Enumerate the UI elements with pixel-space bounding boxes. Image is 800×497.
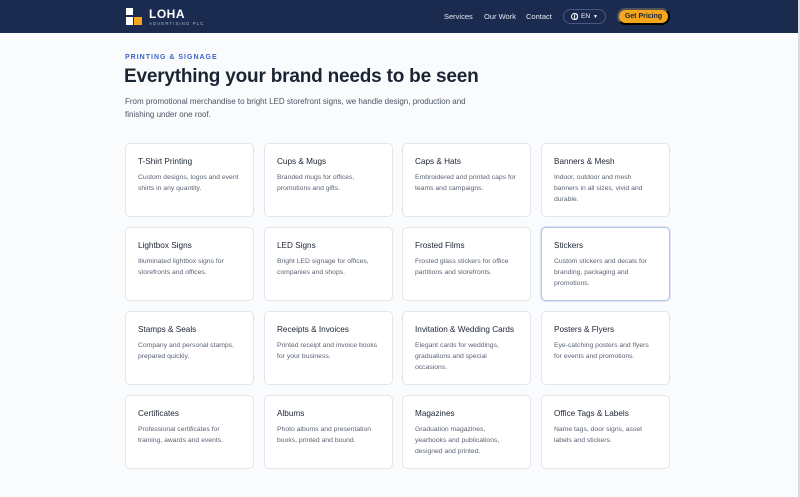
- service-card-title: Office Tags & Labels: [554, 409, 629, 418]
- service-card-description: Bright LED signage for offices, companie…: [277, 258, 369, 276]
- service-card-title: Lightbox Signs: [138, 241, 192, 250]
- service-card-caps[interactable]: Caps & Hats Embroidered and printed caps…: [402, 143, 531, 217]
- service-card-description: Elegant cards for weddings, graduations …: [415, 342, 499, 371]
- globe-icon: [571, 13, 578, 20]
- service-card-description: Eye-catching posters and flyers for even…: [554, 342, 649, 360]
- service-card-title: Caps & Hats: [415, 157, 461, 166]
- service-card-description: Embroidered and printed caps for teams a…: [415, 174, 516, 192]
- service-card-title: Certificates: [138, 409, 179, 418]
- service-card-description: Graduation magazines, yearbooks and publ…: [415, 426, 500, 455]
- service-card-led[interactable]: LED Signs Bright LED signage for offices…: [264, 227, 393, 301]
- service-card-description: Photo albums and presentation books, pri…: [277, 426, 372, 444]
- chevron-down-icon: ▼: [593, 13, 598, 20]
- service-card-title: Cups & Mugs: [277, 157, 327, 166]
- service-card-description: Indoor, outdoor and mesh banners in all …: [554, 174, 643, 203]
- service-card-title: Posters & Flyers: [554, 325, 615, 334]
- service-card-office-tags[interactable]: Office Tags & Labels Name tags, door sig…: [541, 395, 670, 469]
- loha-logo-icon[interactable]: [126, 8, 142, 25]
- page-description: From promotional merchandise to bright L…: [125, 97, 466, 119]
- service-card-title: T-Shirt Printing: [138, 157, 193, 166]
- service-card-mugs[interactable]: Cups & Mugs Branded mugs for offices, pr…: [264, 143, 393, 217]
- service-card-magazines[interactable]: Magazines Graduation magazines, yearbook…: [402, 395, 531, 469]
- section-eyebrow: PRINTING & SIGNAGE: [125, 54, 218, 61]
- service-card-description: Custom stickers and decals for branding,…: [554, 258, 647, 287]
- service-card-receipts[interactable]: Receipts & Invoices Printed receipt and …: [264, 311, 393, 385]
- service-card-description: Custom designs, logos and event shirts i…: [138, 174, 239, 192]
- service-card-description: Illuminated lightbox signs for storefron…: [138, 258, 224, 276]
- service-card-title: Invitation & Wedding Cards: [415, 325, 515, 334]
- service-card-title: Frosted Films: [415, 241, 465, 250]
- service-card-invitations[interactable]: Invitation & Wedding Cards Elegant cards…: [402, 311, 531, 385]
- service-card-title: Albums: [277, 409, 305, 418]
- language-label: EN: [581, 13, 591, 20]
- service-card-title: LED Signs: [277, 241, 316, 250]
- nav-our-work-link[interactable]: Our Work: [484, 12, 516, 21]
- service-card-posters[interactable]: Posters & Flyers Eye-catching posters an…: [541, 311, 670, 385]
- service-card-description: Printed receipt and invoice books for yo…: [277, 342, 378, 360]
- service-card-description: Frosted glass stickers for office partit…: [415, 258, 509, 276]
- nav-services-link[interactable]: Services: [444, 12, 473, 21]
- service-card-description: Company and personal stamps, prepared qu…: [138, 342, 234, 360]
- service-card-albums[interactable]: Albums Photo albums and presentation boo…: [264, 395, 393, 469]
- service-card-description: Branded mugs for offices, promotions and…: [277, 174, 355, 192]
- service-card-title: Stickers: [554, 241, 584, 250]
- brand-name[interactable]: LOHA: [149, 7, 185, 21]
- service-card-title: Banners & Mesh: [554, 157, 615, 166]
- language-selector[interactable]: EN ▼: [563, 9, 606, 24]
- service-card-frosted-films[interactable]: Frosted Films Frosted glass stickers for…: [402, 227, 531, 301]
- service-card-tshirt[interactable]: T-Shirt Printing Custom designs, logos a…: [125, 143, 254, 217]
- service-card-lightbox[interactable]: Lightbox Signs Illuminated lightbox sign…: [125, 227, 254, 301]
- service-card-stickers[interactable]: Stickers Custom stickers and decals for …: [541, 227, 670, 301]
- service-card-certificates[interactable]: Certificates Professional certificates f…: [125, 395, 254, 469]
- service-card-title: Stamps & Seals: [138, 325, 197, 334]
- service-card-title: Magazines: [415, 409, 455, 418]
- service-card-description: Professional certificates for training, …: [138, 426, 224, 444]
- page-title: Everything your brand needs to be seen: [124, 66, 479, 87]
- service-card-title: Receipts & Invoices: [277, 325, 349, 334]
- page: LOHA ADVERTISING PLC Services Our Work C…: [0, 0, 800, 497]
- get-pricing-button[interactable]: Get Pricing: [617, 8, 670, 25]
- service-card-description: Name tags, door signs, asset labels and …: [554, 426, 643, 444]
- service-card-stamps[interactable]: Stamps & Seals Company and personal stam…: [125, 311, 254, 385]
- nav-contact-link[interactable]: Contact: [526, 12, 552, 21]
- service-card-banners[interactable]: Banners & Mesh Indoor, outdoor and mesh …: [541, 143, 670, 217]
- top-nav: LOHA ADVERTISING PLC Services Our Work C…: [0, 0, 798, 33]
- brand-tagline: ADVERTISING PLC: [149, 21, 205, 26]
